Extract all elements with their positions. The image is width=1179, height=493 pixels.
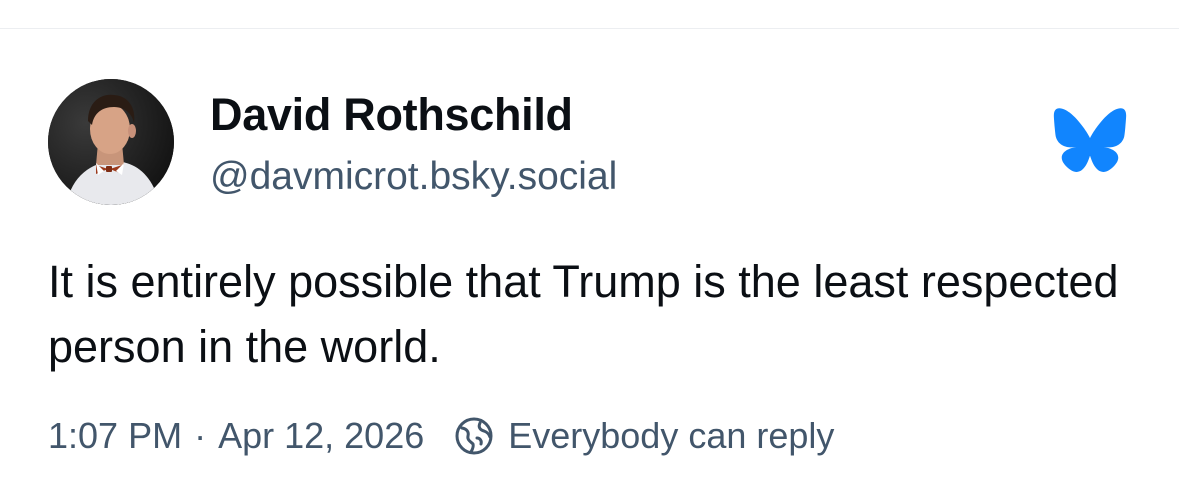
post-meta: 1:07 PM · Apr 12, 2026 Everybody can rep… <box>48 412 834 460</box>
post-time[interactable]: 1:07 PM <box>48 415 182 457</box>
post-text: It is entirely possible that Trump is th… <box>48 256 1119 372</box>
reply-setting[interactable]: Everybody can reply <box>508 415 834 457</box>
avatar-photo <box>48 79 174 205</box>
globe-icon <box>454 416 494 456</box>
post-card[interactable]: David Rothschild @davmicrot.bsky.social … <box>0 29 1179 493</box>
author-name[interactable]: David Rothschild <box>210 89 573 141</box>
post-date[interactable]: Apr 12, 2026 <box>218 415 424 457</box>
bluesky-butterfly-icon[interactable] <box>1052 107 1128 173</box>
bluesky-butterfly-svg <box>1053 108 1127 172</box>
author-handle[interactable]: @davmicrot.bsky.social <box>210 155 617 199</box>
meta-separator: · <box>194 415 207 456</box>
avatar[interactable] <box>48 79 174 205</box>
